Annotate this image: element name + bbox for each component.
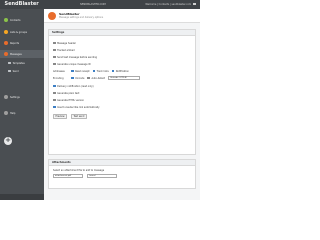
panel-title: Settings — [49, 30, 195, 36]
help-icon — [4, 111, 8, 115]
templates-icon — [8, 61, 11, 65]
attachment-row: Select an attachment file to add to mess… — [53, 168, 104, 172]
option-label: Auto-detect — [91, 76, 106, 80]
option-label: Generate HTML version — [57, 98, 85, 102]
option-row[interactable]: Generate plain text — [53, 91, 79, 95]
cart-icon[interactable] — [193, 2, 196, 6]
page-subtitle: Message settings and delivery options — [59, 16, 104, 20]
option-label: Message header — [57, 41, 76, 45]
sidebar-item-lists[interactable]: Lists & groups — [0, 28, 44, 36]
track-links-checkbox[interactable] — [92, 69, 96, 73]
lists-icon — [4, 30, 8, 34]
add-button[interactable]: + — [4, 136, 12, 145]
attachment-label: Select an attachment file to add to mess… — [53, 168, 105, 172]
addresses-row: Addresses Read receipt Track links Notif… — [53, 69, 129, 73]
autodetect-checkbox[interactable] — [87, 76, 91, 80]
sidebar-item-label: Settings — [10, 95, 20, 99]
sidebar-footer — [0, 194, 44, 200]
page-title: SendBlaster — [59, 12, 80, 16]
test-send-button[interactable]: Test send — [71, 114, 87, 119]
option-label: Notification — [115, 69, 129, 73]
panel-title: Attachments — [49, 160, 195, 166]
checkbox[interactable] — [53, 105, 56, 109]
settings-panel: Settings Message header Tracked embed Se… — [48, 29, 196, 155]
sidebar-item-reports[interactable]: Reports — [0, 39, 44, 47]
option-label: Tracked embed — [57, 48, 75, 52]
attachment-select-2[interactable]: (none) — [87, 174, 117, 178]
unicode-checkbox[interactable] — [71, 76, 74, 80]
option-label: Generate unique message ID — [57, 62, 91, 66]
settings-icon — [4, 95, 8, 99]
checkbox[interactable] — [53, 84, 56, 88]
send-icon — [8, 69, 11, 73]
checkbox[interactable] — [53, 62, 56, 66]
messages-icon — [4, 52, 8, 56]
site-link[interactable]: SENDBLASTER.COM — [80, 3, 106, 6]
message-icon — [48, 12, 56, 20]
sidebar-item-label: Contacts — [10, 18, 21, 22]
sidebar-item-label: Reports — [10, 41, 20, 45]
option-label: Generate plain text — [57, 91, 80, 95]
preview-button[interactable]: Preview — [53, 114, 67, 119]
option-label: Delivery notification (read only) — [57, 84, 94, 88]
option-row[interactable]: Generate HTML version — [53, 98, 84, 102]
sidebar-item-label: Templates — [12, 61, 25, 65]
attachment-select[interactable]: attachment.pdf — [53, 174, 83, 178]
sidebar-item-label: Lists & groups — [10, 30, 27, 34]
option-row[interactable]: Delivery notification (read only) — [53, 84, 94, 88]
top-bar: SendBlaster SENDBLASTER.COM Welcome | Co… — [0, 0, 200, 9]
brand-name: SendBlaster — [4, 1, 39, 7]
option-label: Read receipt — [75, 69, 90, 73]
reports-icon — [4, 41, 8, 45]
checkbox[interactable] — [53, 98, 56, 102]
addresses-label: Addresses — [53, 69, 65, 73]
sidebar-item-settings[interactable]: Settings — [0, 93, 44, 101]
option-row[interactable]: Send test message before sending — [53, 55, 97, 59]
sidebar-item-label: Help — [10, 111, 16, 115]
read-receipt-checkbox[interactable] — [71, 69, 74, 73]
option-label: Track links — [96, 69, 109, 73]
sidebar-item-label: Messages — [10, 52, 22, 56]
option-label: Unicode — [75, 76, 85, 80]
sidebar-item-label: Send — [12, 69, 19, 73]
sidebar-item-send[interactable]: Send — [0, 67, 44, 75]
sidebar: Contacts Lists & groups Reports Messages… — [0, 9, 44, 200]
checkbox[interactable] — [53, 91, 56, 95]
checkbox[interactable] — [53, 41, 56, 45]
contacts-icon — [4, 18, 8, 22]
encoding-select[interactable]: Unicode (UTF-8) — [108, 76, 141, 80]
option-row[interactable]: Generate unique message ID — [53, 62, 91, 66]
option-row[interactable]: Insert unsubscribe link automatically — [53, 105, 100, 109]
checkbox[interactable] — [53, 55, 56, 59]
sidebar-item-templates[interactable]: Templates — [0, 59, 44, 67]
sidebar-item-contacts[interactable]: Contacts — [0, 16, 44, 24]
attachments-panel: Attachments Select an attachment file to… — [48, 159, 196, 189]
sidebar-item-help[interactable]: Help — [0, 109, 44, 117]
option-label: Send test message before sending — [57, 55, 97, 59]
page-header: SendBlaster Message settings and deliver… — [44, 9, 200, 23]
option-row[interactable]: Message header — [53, 41, 76, 45]
app-logo: SendBlaster — [3, 1, 39, 8]
option-label: Insert unsubscribe link automatically — [57, 105, 100, 109]
encoding-label: Encoding — [53, 76, 64, 80]
notification-checkbox[interactable] — [111, 69, 115, 73]
option-row[interactable]: Tracked embed — [53, 48, 75, 52]
checkbox[interactable] — [53, 48, 56, 52]
main-content: SendBlaster Message settings and deliver… — [44, 9, 200, 200]
top-links-text[interactable]: Welcome | Contacts | sendblaster.com — [145, 3, 191, 6]
top-links[interactable]: Welcome | Contacts | sendblaster.com — [145, 3, 196, 6]
attachment-select-row: attachment.pdf (none) — [53, 174, 117, 178]
sidebar-item-messages[interactable]: Messages — [0, 50, 44, 58]
encoding-row: Encoding Unicode Auto-detect Unicode (UT… — [53, 76, 141, 80]
